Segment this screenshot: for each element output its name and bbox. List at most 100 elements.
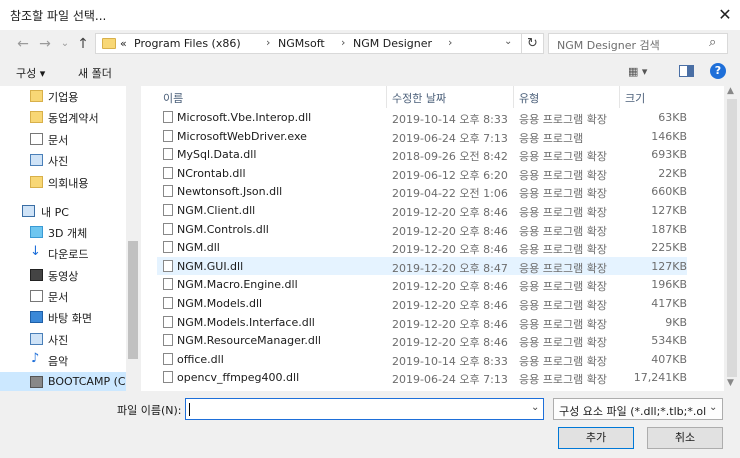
sidebar-item-this-pc[interactable]: 내 PC: [0, 201, 126, 222]
sidebar-item-documents-2[interactable]: 문서: [0, 286, 126, 307]
sidebar-item-label: 문서: [48, 134, 69, 147]
chevron-down-icon[interactable]: ⌄: [504, 36, 512, 47]
sidebar-item-downloads[interactable]: ↓ 다운로드: [0, 243, 126, 264]
scroll-down-icon[interactable]: ▼: [727, 378, 734, 388]
file-row[interactable]: NGM.GUI.dll 2019-12-20 오후 8:47 응용 프로그램 확장 1…: [157, 256, 687, 276]
chevron-right-icon[interactable]: ›: [341, 36, 345, 49]
organize-button[interactable]: 구성 ▾: [16, 65, 45, 81]
file-row[interactable]: NGM.Models.dll 2019-12-20 오후 8:46 응용 프로그램 …: [157, 294, 687, 313]
sidebar-item-3d-objects[interactable]: 3D 개체: [0, 222, 126, 243]
window-title: 참조할 파일 선택...: [10, 9, 107, 23]
sidebar-item-bootcamp-drive[interactable]: BOOTCAMP (C:): [0, 372, 134, 391]
file-size: 693KB: [651, 148, 687, 162]
search-input[interactable]: NGM Designer 검색 ⌕: [548, 33, 728, 54]
filename-input[interactable]: ⌄: [185, 398, 544, 420]
cancel-button[interactable]: 취소: [647, 427, 723, 449]
sort-arrow-icon: ^: [266, 86, 274, 92]
file-name: MicrosoftWebDriver.exe: [177, 129, 307, 143]
file-icon: [163, 129, 173, 142]
column-header-size[interactable]: 크기: [625, 90, 645, 106]
breadcrumb-ngmsoft[interactable]: NGMsoft: [278, 37, 325, 50]
file-size: 17,241KB: [633, 371, 687, 385]
file-name: NGM.dll: [177, 241, 220, 255]
column-header-name[interactable]: 이름: [163, 90, 183, 106]
file-type-select[interactable]: 구성 요소 파일 (*.dll;*.tlb;*.olb; ⌄: [553, 398, 723, 420]
file-row[interactable]: NGM.dll 2019-12-20 오후 8:46 응용 프로그램 확장 225KB: [157, 238, 687, 257]
file-row[interactable]: opencv_ffmpeg400.dll 2019-06-24 오후 7:13 응용…: [157, 368, 687, 387]
sidebar-item-pictures[interactable]: 사진: [0, 150, 126, 171]
file-row[interactable]: MySql.Data.dll 2018-09-26 오전 8:42 응용 프로그램 …: [157, 145, 687, 164]
scroll-up-icon[interactable]: ▲: [727, 86, 734, 96]
sidebar-item-label: 기업용: [48, 91, 79, 104]
view-options-icon[interactable]: ▦ ▾: [628, 65, 647, 78]
help-icon[interactable]: ?: [710, 63, 726, 79]
chevron-down-icon[interactable]: ⌄: [709, 402, 717, 413]
file-icon: [163, 371, 173, 384]
sidebar-item-label: 3D 개체: [48, 227, 88, 240]
file-row[interactable]: NCrontab.dll 2019-06-12 오후 6:20 응용 프로그램 확장…: [157, 164, 687, 183]
file-name: Microsoft.Vbe.Interop.dll: [177, 111, 312, 124]
add-button[interactable]: 추가: [558, 427, 634, 449]
file-row[interactable]: NGM.ResourceManager.dll 2019-12-20 오후 8:4…: [157, 331, 687, 350]
sidebar-item-music[interactable]: ♪ 음악: [0, 350, 126, 371]
file-row[interactable]: Microsoft.Vbe.Interop.dll 2019-10-14 오후 8…: [157, 108, 687, 127]
file-size: 146KB: [651, 129, 687, 143]
file-name: NGM.ResourceManager.dll: [177, 334, 321, 348]
file-date: 2019-12-20 오후 8:46: [392, 206, 508, 219]
sidebar-item-desktop[interactable]: 바탕 화면: [0, 307, 126, 328]
file-date: 2019-12-20 오후 8:46: [392, 299, 508, 312]
column-header-type[interactable]: 유형: [519, 90, 539, 106]
file-date: 2018-09-26 오전 8:42: [392, 150, 508, 164]
sidebar-item-documents[interactable]: 문서: [0, 129, 126, 150]
3d-objects-icon: [30, 226, 43, 238]
chevron-right-icon[interactable]: ›: [266, 36, 270, 49]
preview-pane-icon[interactable]: [679, 65, 694, 77]
column-divider[interactable]: [513, 86, 514, 108]
column-divider[interactable]: [619, 86, 620, 108]
sidebar-item-label: 사진: [48, 334, 69, 347]
close-icon[interactable]: ✕: [714, 4, 736, 26]
sidebar-item-동업계약서[interactable]: 동업계약서: [0, 107, 126, 128]
sidebar-item-의회내용[interactable]: 의회내용: [0, 172, 126, 193]
file-row[interactable]: office.dll 2019-10-14 오후 8:33 응용 프로그램 확장 40…: [157, 350, 687, 369]
title-bar: 참조할 파일 선택... ✕: [0, 0, 740, 30]
refresh-icon[interactable]: ↻: [522, 33, 544, 54]
file-name: Newtonsoft.Json.dll: [177, 185, 283, 199]
file-date: 2019-12-20 오후 8:47: [392, 261, 508, 275]
file-row[interactable]: NGM.Macro.Engine.dll 2019-12-20 오후 8:46 응용…: [157, 275, 687, 294]
folder-icon: [30, 176, 43, 188]
file-row[interactable]: NGM.Client.dll 2019-12-20 오후 8:46 응용 프로그램 …: [157, 201, 687, 220]
search-icon[interactable]: ⌕: [709, 35, 716, 50]
file-row[interactable]: Newtonsoft.Json.dll 2019-04-22 오전 1:06 응용 …: [157, 182, 687, 201]
scrollbar-thumb[interactable]: [727, 99, 737, 377]
chevron-right-icon[interactable]: ›: [448, 36, 452, 49]
back-arrow-icon[interactable]: ←: [14, 35, 32, 53]
up-arrow-icon[interactable]: ↑: [74, 35, 92, 53]
file-size: 660KB: [651, 185, 687, 199]
file-list-scrollbar[interactable]: ▲ ▼: [724, 86, 740, 391]
breadcrumb-ngm-designer[interactable]: NGM Designer: [353, 37, 432, 50]
recent-locations-icon[interactable]: ⌄: [56, 35, 74, 53]
column-header-date[interactable]: 수정한 날짜: [392, 90, 446, 106]
chevron-down-icon[interactable]: ⌄: [531, 402, 539, 413]
scrollbar-thumb[interactable]: [128, 241, 138, 359]
breadcrumb-program-files[interactable]: Program Files (x86): [134, 37, 241, 50]
file-size: 407KB: [651, 352, 687, 366]
file-date: 2019-06-24 오후 7:13: [392, 131, 508, 145]
file-icon: [163, 315, 173, 328]
videos-icon: [30, 269, 43, 281]
sidebar-item-videos[interactable]: 동영상: [0, 265, 126, 286]
sidebar-item-pictures-2[interactable]: 사진: [0, 329, 126, 350]
file-row[interactable]: NGM.Controls.dll 2019-12-20 오후 8:46 응용 프로그…: [157, 220, 687, 239]
column-divider[interactable]: [386, 86, 387, 108]
forward-arrow-icon[interactable]: →: [36, 35, 54, 53]
file-row[interactable]: NGM.Models.Interface.dll 2019-12-20 오후 8:…: [157, 313, 687, 332]
file-row[interactable]: MicrosoftWebDriver.exe 2019-06-24 오후 7:13…: [157, 127, 687, 146]
sidebar-item-기업용[interactable]: 기업용: [0, 86, 126, 107]
file-date: 2019-12-20 오후 8:46: [392, 224, 508, 238]
navigation-pane: 기업용 동업계약서 문서 사진 의회내용 내 PC 3D 개체 ↓ 다운로드 동…: [0, 86, 140, 391]
address-bar[interactable]: « Program Files (x86) › NGMsoft › NGM De…: [95, 33, 522, 54]
new-folder-button[interactable]: 새 폴더: [78, 65, 112, 81]
navigation-scrollbar[interactable]: [126, 86, 140, 391]
breadcrumb-overflow[interactable]: «: [120, 37, 127, 50]
